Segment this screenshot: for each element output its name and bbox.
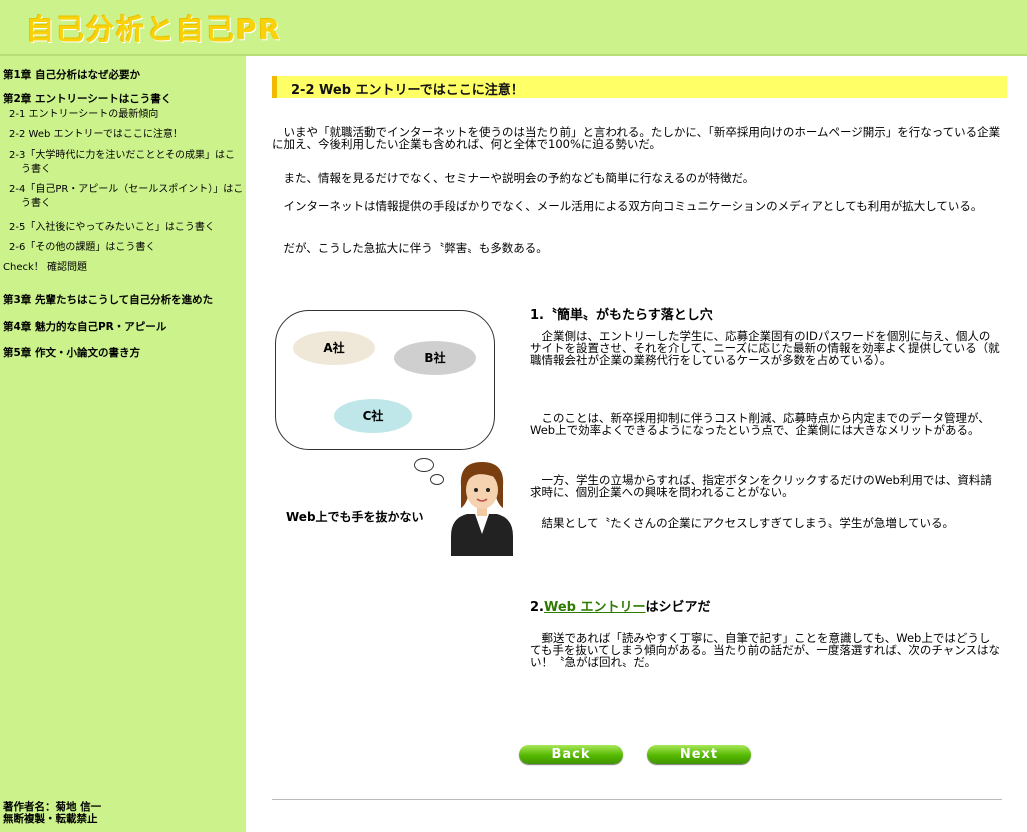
sidebar-section-2-5[interactable]: 2-5「入社後にやってみたいこと」はこう書く: [9, 221, 243, 235]
intro-paragraph: だが、こうした急拡大に伴う〝弊害〟も多数ある。: [283, 241, 548, 255]
sidebar-chapter-3[interactable]: 第3章 先輩たちはこうして自己分析を進めた: [3, 292, 213, 307]
thought-bubble: A社 B社 C社: [275, 310, 495, 450]
credits: 著作者名：菊地 信一 無断複製・転載禁止: [3, 801, 101, 825]
sidebar-nav: 第1章 自己分析はなぜ必要か 第2章 エントリーシートはこう書く 2-1 エント…: [0, 56, 246, 832]
author-credit: 著作者名：菊地 信一: [3, 801, 102, 813]
sidebar-chapter-1[interactable]: 第1章 自己分析はなぜ必要か: [3, 67, 140, 82]
section-title-bar: 2-2 Web エントリーではここに注意！: [272, 76, 1007, 98]
intro-paragraph: いまや「就職活動でインターネットを使うのは当たり前」と言われる。たしかに、「新卒…: [272, 125, 1001, 151]
sidebar-chapter-4[interactable]: 第4章 魅力的な自己PR・アピール: [3, 319, 166, 334]
next-button[interactable]: Next: [647, 745, 751, 764]
sidebar-section-check[interactable]: Check！ 確認問題: [3, 261, 237, 275]
illustration: A社 B社 C社 Web上でも手を抜かない: [272, 306, 532, 556]
site-title: 自己分析と自己PR: [26, 13, 283, 46]
company-b-oval: B社: [394, 341, 476, 375]
sidebar-section-2-2[interactable]: 2-2 Web エントリーではここに注意！: [9, 128, 243, 142]
footer-divider: [272, 799, 1002, 800]
student-figure: [451, 462, 513, 556]
sidebar-section-2-4[interactable]: 2-4「自己PR・アピール（セールスポイント）」はこう書く: [9, 183, 245, 211]
sidebar-section-2-1[interactable]: 2-1 エントリーシートの最新傾向: [9, 108, 243, 122]
subsection-2-number: 2.: [530, 600, 544, 615]
subsection-1-paragraph: 一方、学生の立場からすれば、指定ボタンをクリックするだけのWeb利用では、資料請…: [530, 473, 992, 499]
web-entry-link[interactable]: Web エントリー: [544, 600, 646, 615]
section-title: 2-2 Web エントリーではここに注意！: [291, 83, 524, 98]
main-content: 2-2 Web エントリーではここに注意！ いまや「就職活動でインターネットを使…: [272, 56, 1007, 832]
intro-paragraph: また、情報を見るだけでなく、セミナーや説明会の予約なども簡単に行なえるのが特徴だ…: [283, 171, 755, 185]
company-c-oval: C社: [334, 399, 412, 433]
subsection-1-paragraph: 企業側は、エントリーした学生に、応募企業固有のIDパスワードを個別に与え、個人の…: [530, 329, 1000, 367]
copyright-notice: 無断複製・転載禁止: [3, 813, 98, 825]
thought-dot: [414, 458, 434, 472]
sidebar-section-2-3[interactable]: 2-3「大学時代に力を注いだこととその成果」はこう書く: [9, 149, 245, 177]
sidebar-section-2-6[interactable]: 2-6「その他の課題」はこう書く: [9, 241, 243, 255]
subsection-1-heading: 1.〝簡単〟がもたらす落とし穴: [530, 308, 713, 323]
back-button[interactable]: Back: [519, 745, 623, 764]
site-header: 自己分析と自己PR: [0, 0, 1027, 56]
sidebar-chapter-5[interactable]: 第5章 作文・小論文の書き方: [3, 345, 140, 360]
subsection-2-paragraph: 郵送であれば「読みやすく丁寧に、自筆で記す」ことを意識しても、Web上ではどうし…: [530, 631, 1000, 669]
subsection-2-heading-text: はシビアだ: [645, 600, 711, 615]
sidebar-chapter-2[interactable]: 第2章 エントリーシートはこう書く: [3, 91, 171, 106]
intro-paragraph: インターネットは情報提供の手段ばかりでなく、メール活用による双方向コミュニケーシ…: [283, 199, 983, 213]
subsection-1-paragraph: 結果として〝たくさんの企業にアクセスしすぎてしまう〟学生が急増している。: [541, 516, 955, 530]
subsection-1-paragraph: このことは、新卒採用抑制に伴うコスト削減、応募時点から内定までのデータ管理が、W…: [530, 411, 990, 437]
company-a-oval: A社: [293, 331, 375, 365]
illustration-caption: Web上でも手を抜かない: [286, 510, 424, 524]
subsection-2-heading: 2.Web エントリーはシビアだ: [530, 596, 711, 615]
